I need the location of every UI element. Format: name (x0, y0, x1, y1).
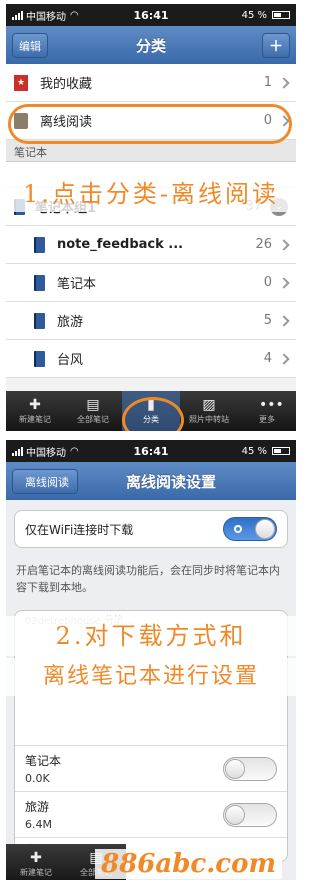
favorites-item[interactable]: ★ 我的收藏 1 (6, 64, 296, 102)
tab-label: 分类 (143, 414, 159, 424)
screen-categories: 中国移动 ◠ 16:41 45 % 编辑 分类 ＋ ★ 我的收藏 1 离线阅读 … (6, 4, 296, 431)
offline-reading-item[interactable]: 离线阅读 0 (6, 102, 296, 140)
tab-more[interactable]: ••• 更多 (238, 391, 296, 431)
plus-icon: ✚ (30, 849, 42, 866)
notebook-item[interactable]: 台风 4 (6, 340, 296, 378)
category-icon: ▮ (147, 396, 155, 413)
annotation-step-1: 1.点击分类-离线阅读 (6, 176, 296, 212)
offline-notebook-size: 0.0K (25, 772, 50, 785)
offline-notebook-size: 6.4M (25, 818, 52, 831)
back-button[interactable]: 离线阅读 (12, 469, 78, 494)
toggle-knob (255, 519, 275, 539)
bookmark-star-icon: ★ (14, 74, 28, 91)
chevron-right-icon (278, 276, 290, 289)
tab-all-notes[interactable]: ▤ 全部笔记 (64, 391, 122, 431)
notebook-item[interactable]: 旅游 5 (6, 302, 296, 340)
section-header-notebooks: 笔记本 (6, 140, 296, 162)
tab-label: 新建笔记 (20, 867, 52, 877)
battery-icon (272, 447, 290, 455)
chevron-right-icon (278, 238, 290, 251)
wifi-only-toggle[interactable] (223, 517, 277, 541)
wifi-only-label: 仅在WiFi连接时下载 (25, 522, 134, 537)
offline-notebook-name: 旅游 (25, 800, 50, 814)
tab-new-note[interactable]: ✚ 新建笔记 (6, 391, 64, 431)
offline-notebook-toggle[interactable] (223, 802, 277, 827)
notebook-icon (34, 312, 45, 329)
annotation-step-2-line1: 2.对下载方式和 (6, 616, 296, 656)
notebook-count: 4 (263, 351, 272, 366)
favorites-label: 我的收藏 (40, 77, 93, 92)
tab-bar: ✚ 新建笔记 ▤ 全部笔记 ▮ 分类 ▨ 照片中转站 ••• 更多 (6, 391, 296, 431)
offline-reading-label: 离线阅读 (40, 115, 93, 130)
notebook-label: note_feedback ... (57, 237, 184, 252)
notebook-item[interactable]: note_feedback ... 26 (6, 226, 296, 264)
edit-button[interactable]: 编辑 (12, 33, 48, 58)
notebook-label: 台风 (57, 353, 84, 368)
nav-bar: 离线阅读 离线阅读设置 (6, 462, 296, 500)
tab-label: 照片中转站 (189, 414, 229, 424)
clock: 16:41 (133, 8, 169, 22)
notebook-count: 26 (255, 237, 272, 252)
notebook-count: 5 (263, 313, 272, 328)
page-title: 离线阅读设置 (125, 472, 216, 491)
offline-hint-text: 开启笔记本的离线阅读功能后，会在同步时将笔记本内容下载到本地。 (16, 564, 280, 594)
plus-icon: ✚ (29, 396, 41, 413)
more-icon: ••• (259, 396, 284, 413)
status-bar: 中国移动 ◠ 16:41 45 % (6, 4, 296, 26)
chevron-right-icon (278, 76, 290, 89)
offline-notebook-row: 旅游 6.4M (15, 791, 287, 837)
toggle-knob (225, 804, 245, 825)
battery-icon (272, 11, 290, 19)
notebook-icon (34, 350, 45, 367)
add-notebook-icon: ＋ (269, 38, 283, 55)
offline-notebook-row: 笔记本 0.0K (15, 745, 287, 791)
offline-reading-count: 0 (263, 113, 272, 128)
toggle-knob (225, 758, 245, 779)
chevron-right-icon (278, 352, 290, 365)
chevron-right-icon (278, 114, 290, 127)
offline-notebook-toggle[interactable] (223, 756, 277, 781)
toggle-on-icon (234, 525, 242, 533)
offline-notebook-name: 笔记本 (25, 754, 62, 768)
screen-offline-settings: 中国移动 ◠ 16:41 45 % 离线阅读 离线阅读设置 仅在WiFi连接时下… (6, 440, 296, 880)
notes-icon: ▤ (86, 396, 100, 413)
notebook-item[interactable]: 笔记本 0 (6, 264, 296, 302)
favorites-count: 1 (263, 75, 272, 90)
site-watermark: 886abc.com (95, 849, 282, 879)
notebook-count: 0 (263, 275, 272, 290)
wifi-only-row: 仅在WiFi连接时下载 (15, 511, 287, 547)
photo-icon: ▨ (202, 396, 216, 413)
tab-label: 新建笔记 (19, 414, 51, 424)
chevron-right-icon (278, 314, 290, 327)
page-title: 分类 (135, 36, 166, 55)
tab-label: 全部笔记 (77, 414, 109, 424)
wifi-setting-group: 仅在WiFi连接时下载 (14, 510, 288, 548)
clock: 16:41 (133, 444, 169, 458)
offline-reading-icon (14, 112, 28, 129)
notebook-icon (34, 274, 45, 291)
annotation-step-2-line2: 离线笔记本进行设置 (6, 658, 296, 696)
tab-new-note[interactable]: ✚ 新建笔记 (6, 844, 66, 880)
nav-bar: 编辑 分类 ＋ (6, 26, 296, 64)
notebook-label: 旅游 (57, 315, 84, 330)
notebook-label: 笔记本 (57, 277, 97, 292)
notebook-icon (34, 236, 45, 253)
add-notebook-button[interactable]: ＋ (262, 33, 290, 58)
status-bar: 中国移动 ◠ 16:41 45 % (6, 440, 296, 462)
tab-label: 更多 (259, 414, 275, 424)
tab-category[interactable]: ▮ 分类 (122, 391, 180, 431)
tab-photo-transfer[interactable]: ▨ 照片中转站 (180, 391, 238, 431)
